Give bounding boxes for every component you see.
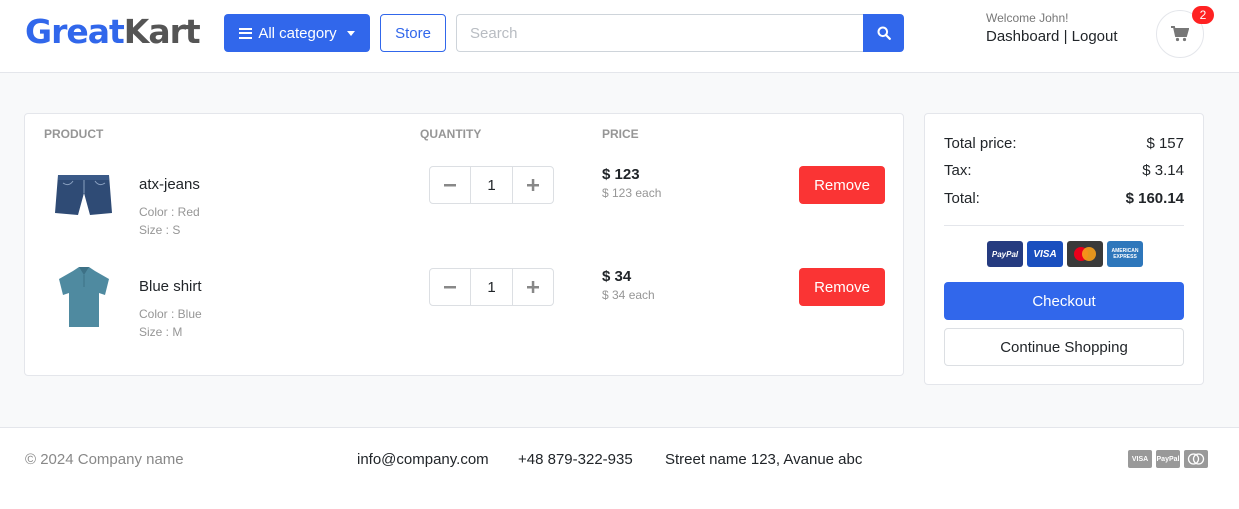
summary-total-price: Total price: $ 157 [944, 135, 1184, 152]
divider [944, 225, 1184, 226]
shopping-cart-icon [1171, 26, 1189, 42]
cart-row: Blue shirt Color : Blue Size : M 1 $ 34 … [25, 255, 903, 347]
minus-icon [444, 286, 456, 289]
increase-quantity-button[interactable] [512, 166, 554, 204]
footer-phone[interactable]: +48 879-322-935 [518, 451, 633, 468]
header: GreatKart All category Store Welcome Joh… [0, 0, 1239, 73]
product-image-jeans [55, 175, 112, 215]
column-header-product: Product [44, 127, 104, 141]
mastercard-icon [1067, 241, 1103, 267]
store-button[interactable]: Store [380, 14, 446, 52]
total-label: Total: [944, 190, 980, 207]
item-price: $ 123 [602, 166, 640, 183]
quantity-value[interactable]: 1 [471, 166, 512, 204]
cart-row: atx-jeans Color : Red Size : S 1 $ 123 $… [25, 153, 903, 245]
footer-email[interactable]: info@company.com [357, 451, 489, 468]
decrease-quantity-button[interactable] [429, 268, 471, 306]
checkout-button[interactable]: Checkout [944, 282, 1184, 320]
menu-icon [239, 27, 253, 39]
item-unit-price: $ 34 each [602, 288, 655, 302]
search-button[interactable] [863, 14, 904, 52]
plus-icon [527, 281, 539, 293]
all-category-button[interactable]: All category [224, 14, 370, 52]
product-size: Size : S [139, 223, 181, 237]
tax-value: $ 3.14 [1142, 162, 1184, 179]
mastercard-icon [1184, 450, 1208, 468]
logo-part-2: Kart [123, 12, 201, 51]
column-header-quantity: Quantity [420, 127, 482, 141]
footer-address: Street name 123, Avanue abc [665, 451, 863, 468]
column-header-price: Price [602, 127, 639, 141]
all-category-label: All category [258, 24, 337, 42]
decrease-quantity-button[interactable] [429, 166, 471, 204]
visa-icon: VISA [1128, 450, 1152, 468]
item-price: $ 34 [602, 268, 632, 285]
cart-table: Product Quantity Price atx-jeans Color :… [24, 113, 904, 376]
payment-methods: PayPal VISA AMERICAN EXPRESS [987, 241, 1143, 267]
product-name[interactable]: atx-jeans [139, 176, 200, 193]
total-price-label: Total price: [944, 135, 1017, 152]
minus-icon [444, 184, 456, 187]
quantity-stepper: 1 [429, 166, 554, 204]
caret-down-icon [346, 30, 355, 36]
product-color: Color : Blue [139, 307, 202, 321]
main-section: Product Quantity Price atx-jeans Color :… [0, 73, 1239, 427]
total-price-value: $ 157 [1146, 135, 1184, 152]
copyright: © 2024 Company name [25, 451, 184, 468]
logo-part-1: Great [25, 12, 125, 51]
search-input[interactable] [456, 14, 864, 52]
amex-icon: AMERICAN EXPRESS [1107, 241, 1143, 267]
summary-tax: Tax: $ 3.14 [944, 162, 1184, 179]
paypal-icon: PayPal [987, 241, 1023, 267]
logo[interactable]: GreatKart [25, 12, 201, 52]
quantity-value[interactable]: 1 [471, 268, 512, 306]
logout-link[interactable]: Logout [1072, 28, 1118, 45]
remove-button[interactable]: Remove [799, 268, 885, 306]
increase-quantity-button[interactable] [512, 268, 554, 306]
search-icon [877, 26, 891, 40]
product-image-shirt [59, 267, 109, 327]
quantity-stepper: 1 [429, 268, 554, 306]
link-separator: | [1063, 28, 1068, 45]
plus-icon [527, 179, 539, 191]
paypal-icon: PayPal [1156, 450, 1180, 468]
summary-total: Total: $ 160.14 [944, 190, 1184, 207]
product-size: Size : M [139, 325, 183, 339]
dashboard-link[interactable]: Dashboard [986, 28, 1059, 45]
total-value: $ 160.14 [1125, 190, 1184, 207]
product-color: Color : Red [139, 205, 200, 219]
order-summary: Total price: $ 157 Tax: $ 3.14 Total: $ … [924, 113, 1204, 385]
welcome-text: Welcome John! [986, 11, 1069, 25]
remove-button[interactable]: Remove [799, 166, 885, 204]
item-unit-price: $ 123 each [602, 186, 662, 200]
product-name[interactable]: Blue shirt [139, 278, 202, 295]
footer: © 2024 Company name info@company.com +48… [0, 427, 1239, 509]
continue-shopping-button[interactable]: Continue Shopping [944, 328, 1184, 366]
cart-count-badge: 2 [1192, 6, 1214, 24]
tax-label: Tax: [944, 162, 972, 179]
visa-icon: VISA [1027, 241, 1063, 267]
footer-payment-methods: VISA PayPal [1128, 450, 1208, 468]
user-links: Dashboard | Logout [986, 28, 1118, 45]
